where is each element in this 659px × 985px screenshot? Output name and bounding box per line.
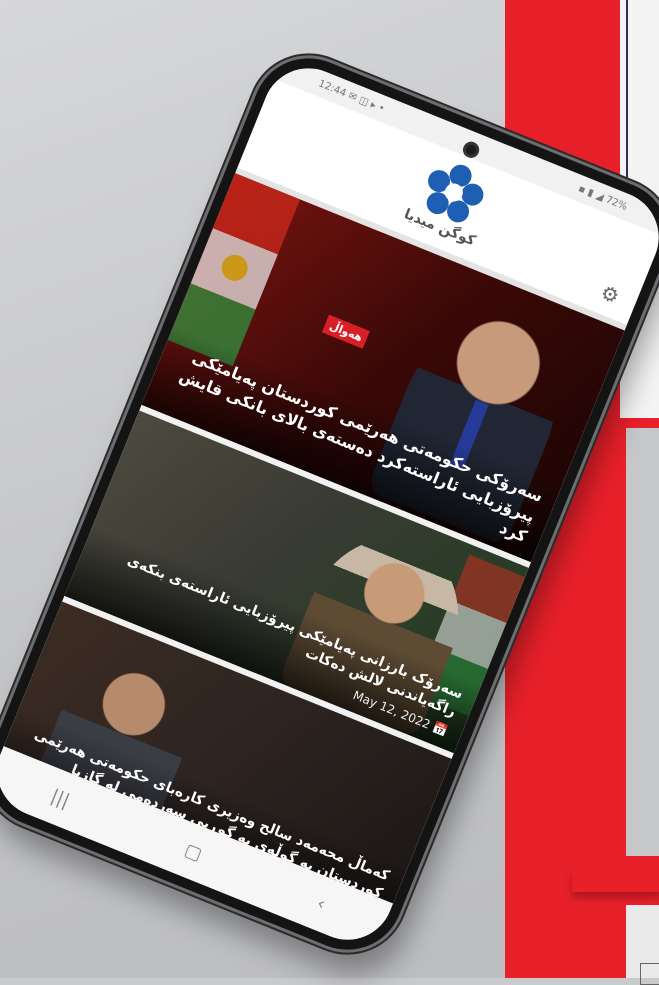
background-panel-mid xyxy=(626,428,659,856)
back-button[interactable]: ‹ xyxy=(314,892,329,914)
recent-apps-button[interactable]: ||| xyxy=(48,785,73,811)
background-red-stripe xyxy=(572,870,659,892)
background-panel-bottom xyxy=(626,905,659,985)
background-box xyxy=(640,963,659,985)
home-button[interactable]: ▢ xyxy=(182,839,206,865)
news-badge: هەواڵ xyxy=(321,314,371,349)
calendar-icon: 📅 xyxy=(430,720,450,739)
